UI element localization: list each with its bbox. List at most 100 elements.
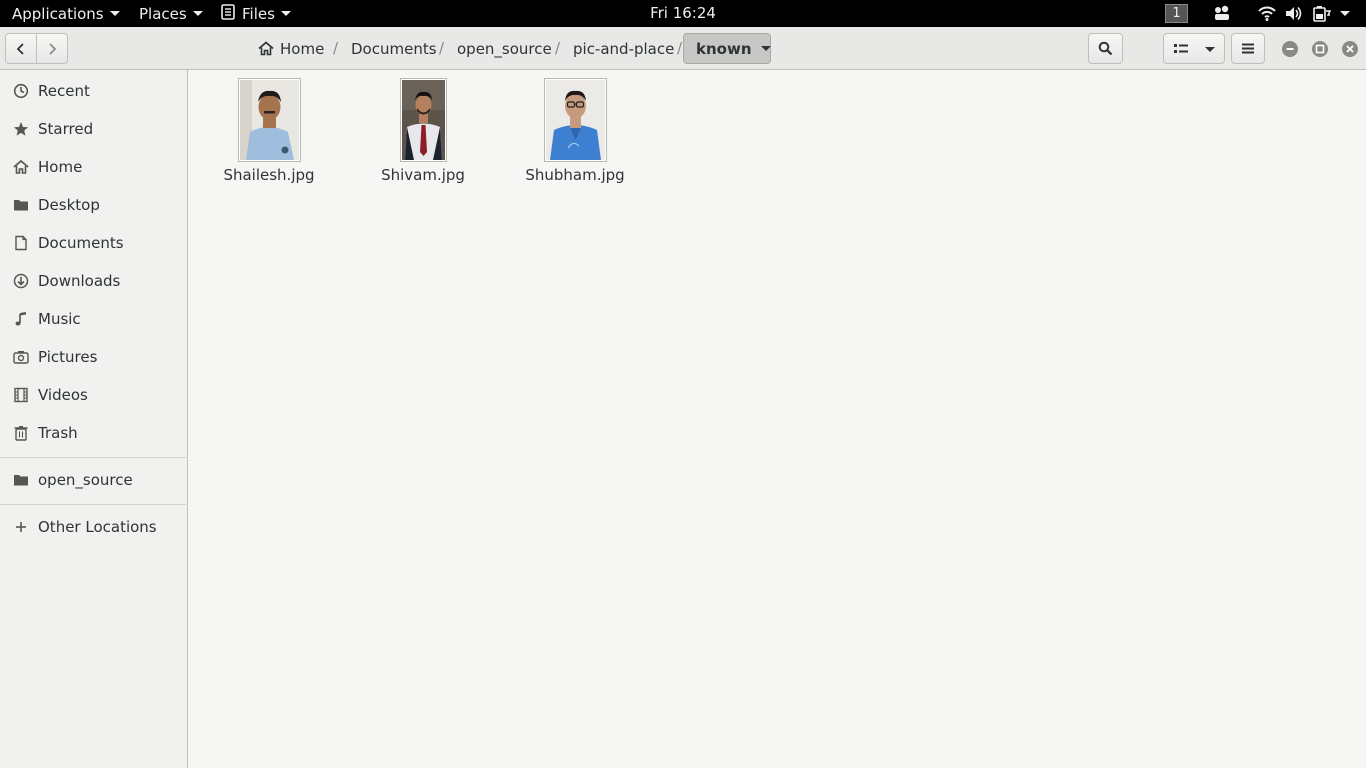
sidebar-item-desktop[interactable]: Desktop [0,186,188,224]
close-icon [1346,45,1354,53]
sidebar-item-trash[interactable]: Trash [0,414,188,452]
navigation-buttons [5,33,69,64]
sidebar-item-recent[interactable]: Recent [0,72,188,110]
sidebar-item-other-locations[interactable]: Other Locations [0,508,188,546]
breadcrumb-open-source[interactable]: open_source [457,33,552,64]
sidebar-item-home[interactable]: Home [0,148,188,186]
home-icon [258,41,274,56]
sidebar-item-music[interactable]: Music [0,300,188,338]
breadcrumb-separator: / [333,39,339,57]
system-menu-caret-icon[interactable] [1340,11,1350,17]
breadcrumb-separator: / [677,39,683,57]
trash-icon [13,425,29,441]
file-view[interactable]: Shailesh.jpg Shivam.jpg Shubham.jpg [189,70,1366,768]
hamburger-menu-icon [1242,43,1254,54]
sidebar-item-label: Pictures [38,348,98,366]
sidebar-item-label: Other Locations [38,518,157,536]
sidebar-item-starred[interactable]: Starred [0,110,188,148]
home-icon [13,159,29,175]
sidebar-item-documents[interactable]: Documents [0,224,188,262]
battery-icon[interactable] [1313,5,1332,22]
breadcrumb-documents[interactable]: Documents [351,33,437,64]
sidebar-item-open-source[interactable]: open_source [0,461,188,499]
file-item[interactable]: Shivam.jpg [375,78,471,184]
sidebar-item-pictures[interactable]: Pictures [0,338,188,376]
view-options-icon [1205,47,1215,52]
folder-icon [13,197,29,213]
file-name: Shubham.jpg [525,166,625,184]
breadcrumb-home[interactable]: Home [258,33,324,64]
workspace-indicator[interactable]: 1 [1165,4,1188,23]
chevron-down-icon [109,11,120,16]
image-thumbnail [237,78,301,162]
places-menu-label: Places [139,4,187,23]
top-panel: Applications Places Files Fri 16:24 1 [0,0,1366,27]
people-icon[interactable] [1213,5,1231,22]
sidebar-item-label: Desktop [38,196,100,214]
folder-icon [13,472,29,488]
download-icon [13,273,29,289]
back-button[interactable] [5,33,37,64]
sidebar-item-videos[interactable]: Videos [0,376,188,414]
volume-icon[interactable] [1285,5,1303,22]
search-button[interactable] [1088,33,1123,64]
file-item[interactable]: Shubham.jpg [525,78,625,184]
sidebar-item-label: Documents [38,234,124,252]
document-icon [13,235,29,251]
forward-button[interactable] [36,33,68,64]
sidebar-divider [0,504,188,505]
list-view-icon [1174,43,1188,53]
header-bar: Home / Documents / open_source / pic-and… [0,27,1366,70]
maximize-button[interactable] [1312,41,1328,57]
music-icon [13,311,29,327]
sidebar-divider [0,457,188,458]
sidebar-item-label: Trash [38,424,78,442]
files-app-menu[interactable]: Files [221,0,291,27]
main-menu-button[interactable] [1231,33,1265,64]
breadcrumb-label: open_source [457,39,552,58]
breadcrumb-label: Home [280,39,325,58]
chevron-down-icon [192,11,203,16]
file-name: Shivam.jpg [381,166,465,184]
breadcrumb-label: pic-and-place [573,39,675,58]
breadcrumb-separator: / [555,39,561,57]
sidebar-item-label: Starred [38,120,94,138]
wifi-icon[interactable] [1258,5,1276,22]
chevron-down-icon [280,11,291,16]
sidebar-item-downloads[interactable]: Downloads [0,262,188,300]
chevron-down-icon [760,46,771,51]
forward-icon [49,42,57,55]
breadcrumb-pic-and-place[interactable]: pic-and-place [573,33,674,64]
sidebar: Recent Starred Home Desktop Documents Do… [0,70,188,768]
maximize-icon [1315,44,1325,54]
star-icon [13,121,29,137]
sidebar-item-label: Home [38,158,83,176]
minimize-button[interactable] [1282,41,1298,57]
breadcrumb-current-label: known [696,39,752,58]
breadcrumb-separator: / [439,39,445,57]
image-thumbnail [543,78,607,162]
breadcrumb-label: Documents [351,39,437,58]
files-app-label: Files [242,4,275,23]
view-mode-button[interactable] [1163,33,1225,64]
back-icon [16,42,24,55]
breadcrumb-current-folder[interactable]: known [683,33,771,64]
sidebar-item-label: Videos [38,386,88,404]
sidebar-item-label: Downloads [38,272,121,290]
applications-menu-label: Applications [12,4,104,23]
sidebar-item-label: open_source [38,471,133,489]
sidebar-item-label: Music [38,310,81,328]
image-thumbnail [399,78,447,162]
minimize-icon [1286,48,1294,50]
camera-icon [13,349,29,365]
clock[interactable]: Fri 16:24 [650,4,716,22]
files-app-icon [221,3,235,24]
applications-menu[interactable]: Applications [12,0,120,27]
places-menu[interactable]: Places [139,0,203,27]
file-item[interactable]: Shailesh.jpg [221,78,317,184]
close-button[interactable] [1342,41,1358,57]
search-icon [1098,41,1113,56]
sidebar-item-label: Recent [38,82,90,100]
plus-icon [13,519,29,535]
clock-icon [13,83,29,99]
